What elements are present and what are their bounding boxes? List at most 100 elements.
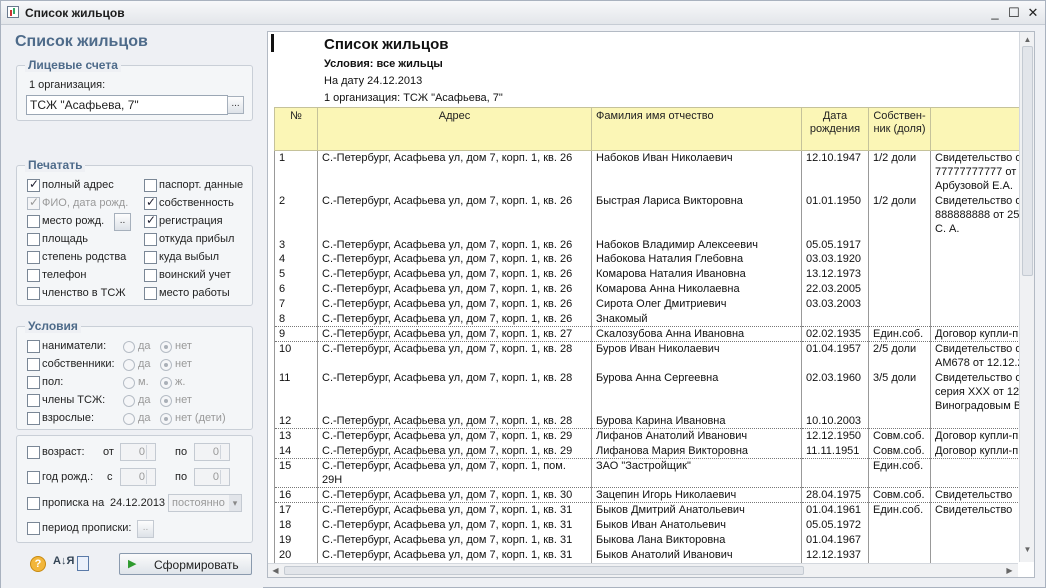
table-row[interactable]: 18 С.-Петербург, Асафьева ул, дом 7, корп… [274, 517, 1034, 533]
table-row[interactable]: 13 С.-Петербург, Асафьева ул, дом 7, корп… [274, 428, 1034, 444]
table-cell-own [868, 413, 931, 429]
table-row[interactable]: 9 С.-Петербург, Асафьева ул, дом 7, корп.… [274, 326, 1034, 342]
scroll-up-icon[interactable]: ▲ [1022, 34, 1033, 45]
horizontal-scrollbar[interactable]: ◀ ▶ [268, 563, 1018, 577]
table-cell-dob: 02.03.1960 [801, 370, 869, 414]
print-checkbox-6[interactable] [27, 233, 40, 246]
table-row[interactable]: 14 С.-Петербург, Асафьева ул, дом 7, корп… [274, 443, 1034, 459]
print-checkbox-4[interactable] [27, 215, 40, 228]
table-cell-addr: С.-Петербург, Асафьева ул, дом 7, корп. … [317, 487, 592, 503]
condition-option-label: да [138, 358, 151, 370]
age-to-label: по [175, 446, 188, 458]
table-header-row: № Адрес Фамилия имя отчество Дата рождения С… [274, 107, 1034, 151]
condition-checkbox-0[interactable] [27, 340, 40, 353]
table-row[interactable]: 7 С.-Петербург, Асафьева ул, дом 7, корп.… [274, 296, 1034, 312]
print-checkbox-9[interactable] [144, 251, 157, 264]
table-row[interactable]: 11 С.-Петербург, Асафьева ул, дом 7, корп… [274, 370, 1034, 414]
print-checkbox-8[interactable] [27, 251, 40, 264]
vertical-scrollbar[interactable]: ▲ ▼ [1019, 32, 1034, 562]
condition-checkbox-2[interactable] [27, 376, 40, 389]
print-legend: Печатать [25, 158, 86, 172]
period-checkbox[interactable] [27, 522, 40, 535]
age-to-spinner[interactable]: 0 [194, 443, 230, 461]
table-row[interactable]: 15 С.-Петербург, Асафьева ул, дом 7, корп… [274, 458, 1034, 488]
report-app-icon [7, 6, 19, 18]
print-checkbox-11[interactable] [144, 269, 157, 282]
print-option-label: место рожд. [42, 215, 105, 227]
birth-year-checkbox[interactable] [27, 471, 40, 484]
registration-type-select[interactable]: постоянно [168, 494, 242, 512]
print-checkbox-0[interactable] [27, 177, 40, 192]
table-cell-fio: Быстрая Лариса Викторовна [591, 193, 802, 237]
table-cell-addr: С.-Петербург, Асафьева ул, дом 7, корп. … [317, 443, 592, 459]
table-row[interactable]: 3 С.-Петербург, Асафьева ул, дом 7, корп.… [274, 236, 1034, 252]
scroll-right-icon[interactable]: ▶ [1004, 565, 1015, 576]
table-row[interactable]: 2 С.-Петербург, Асафьева ул, дом 7, корп.… [274, 193, 1034, 237]
vertical-scroll-thumb[interactable] [1022, 46, 1033, 276]
registration-checkbox[interactable] [27, 497, 40, 510]
table-row[interactable]: 5 С.-Петербург, Асафьева ул, дом 7, корп.… [274, 266, 1034, 282]
condition-label: наниматели: [42, 340, 107, 352]
scroll-left-icon[interactable]: ◀ [270, 565, 281, 576]
registration-date[interactable]: 24.12.2013 [110, 497, 165, 509]
table-cell-own [868, 532, 931, 548]
help-icon[interactable]: ? [30, 556, 46, 572]
table-row[interactable]: 4 С.-Петербург, Асафьева ул, дом 7, корп.… [274, 251, 1034, 267]
print-checkbox-7[interactable] [144, 233, 157, 246]
condition-option-label: м. [138, 376, 149, 388]
document-icon[interactable] [77, 556, 89, 571]
sort-icon[interactable]: А↓Я [53, 555, 74, 567]
table-row[interactable]: 10 С.-Петербург, Асафьева ул, дом 7, корп… [274, 341, 1034, 371]
table-cell-own [868, 311, 931, 327]
print-option-label: площадь [42, 233, 88, 245]
table-cell-dob: 03.03.2003 [801, 296, 869, 312]
age-checkbox[interactable] [27, 446, 40, 459]
close-button[interactable]: ✕ [1024, 4, 1042, 22]
print-checkbox-1[interactable] [144, 179, 157, 192]
column-header: Фамилия имя отчество [591, 107, 802, 151]
table-row[interactable]: 8 С.-Петербург, Асафьева ул, дом 7, корп.… [274, 311, 1034, 327]
table-row[interactable]: 1 С.-Петербург, Асафьева ул, дом 7, корп.… [274, 150, 1034, 194]
print-checkbox-2 [27, 195, 40, 210]
table-cell-addr: С.-Петербург, Асафьева ул, дом 7, корп. … [317, 458, 592, 488]
scroll-down-icon[interactable]: ▼ [1022, 544, 1033, 555]
table-cell-addr: С.-Петербург, Асафьева ул, дом 7, корп. … [317, 296, 592, 312]
table-row[interactable]: 17 С.-Петербург, Асафьева ул, дом 7, корп… [274, 502, 1034, 518]
minimize-button[interactable]: _ [986, 4, 1004, 22]
print-checkbox-12[interactable] [27, 287, 40, 300]
print-checkbox-13[interactable] [144, 287, 157, 300]
condition-checkbox-1[interactable] [27, 358, 40, 371]
table-cell-n: 8 [274, 311, 318, 327]
condition-option-label: да [138, 412, 151, 424]
table-row[interactable]: 12 С.-Петербург, Асафьева ул, дом 7, корп… [274, 413, 1034, 429]
print-option-label: степень родства [42, 251, 127, 263]
print-checkbox-5[interactable] [144, 213, 157, 228]
table-cell-dob [801, 458, 869, 488]
table-cell-dob: 05.05.1972 [801, 517, 869, 533]
year-from-spinner[interactable]: 0 [120, 468, 156, 486]
birthplace-options-button[interactable]: .. [114, 213, 131, 231]
org-field[interactable]: ТСЖ "Асафьева, 7" [26, 95, 228, 115]
table-row[interactable]: 6 С.-Петербург, Асафьева ул, дом 7, корп.… [274, 281, 1034, 297]
horizontal-scroll-thumb[interactable] [284, 566, 804, 575]
generate-button[interactable]: ▶ Сформировать [119, 553, 252, 575]
condition-radio-yes-4 [123, 413, 135, 425]
year-to-spinner[interactable]: 0 [194, 468, 230, 486]
table-cell-own: Един.соб. [868, 458, 931, 488]
table-row[interactable]: 16 С.-Петербург, Асафьева ул, дом 7, корп… [274, 487, 1034, 503]
condition-checkbox-4[interactable] [27, 412, 40, 425]
table-cell-dob: 10.10.2003 [801, 413, 869, 429]
age-from-spinner[interactable]: 0 [120, 443, 156, 461]
maximize-button[interactable]: ☐ [1005, 4, 1023, 22]
org-select-button[interactable]: ... [227, 96, 244, 114]
report-area[interactable]: Список жильцов Условия: все жильцы На да… [267, 31, 1035, 578]
print-checkbox-3[interactable] [144, 195, 157, 210]
accounts-group: Лицевые счета 1 организация: ТСЖ "Асафье… [16, 58, 253, 121]
print-checkbox-10[interactable] [27, 269, 40, 282]
table-row[interactable]: 20 С.-Петербург, Асафьева ул, дом 7, корп… [274, 547, 1034, 563]
condition-checkbox-3[interactable] [27, 394, 40, 407]
period-select-button[interactable]: .. [137, 520, 154, 538]
print-option-label: куда выбыл [159, 251, 220, 263]
table-row[interactable]: 19 С.-Петербург, Асафьева ул, дом 7, корп… [274, 532, 1034, 548]
table-cell-fio: Бурова Анна Сергеевна [591, 370, 802, 414]
